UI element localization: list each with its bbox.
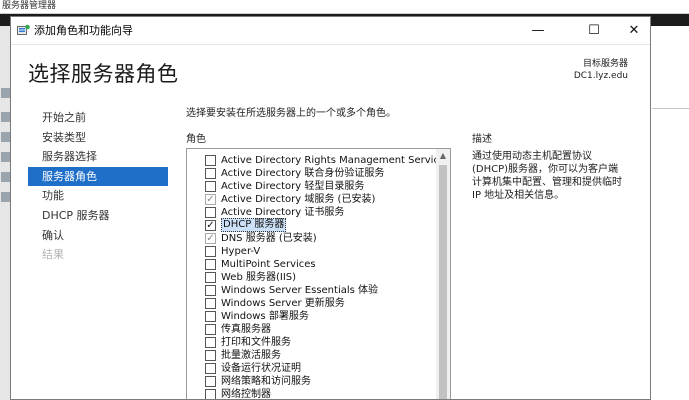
role-item[interactable]: Windows 部署服务 <box>187 310 437 323</box>
role-label: 网络策略和访问服务 <box>221 376 311 387</box>
nav-item-server-selection[interactable]: 服务器选择 <box>28 147 168 167</box>
role-checkbox[interactable]: ✓ <box>205 220 216 231</box>
role-label: 传真服务器 <box>221 324 271 335</box>
nav-item-features[interactable]: 功能 <box>28 186 168 206</box>
page-title: 选择服务器角色 <box>28 62 179 86</box>
role-label: Active Directory 联合身份验证服务 <box>221 168 385 179</box>
role-item[interactable]: Hyper-V <box>187 245 437 258</box>
role-checkbox[interactable] <box>205 311 216 322</box>
server-manager-title: 服务器管理器 <box>0 0 689 14</box>
role-label: MultiPoint Services <box>221 259 316 270</box>
wizard-nav: 开始之前 安装类型 服务器选择 服务器角色 功能 DHCP 服务器 确认 结果 <box>28 108 168 265</box>
role-item[interactable]: Windows Server 更新服务 <box>187 297 437 310</box>
role-checkbox[interactable] <box>205 181 216 192</box>
role-label: 网络控制器 <box>221 389 271 400</box>
instruction-text: 选择要安装在所选服务器上的一个或多个角色。 <box>186 108 396 119</box>
role-item[interactable]: MultiPoint Services <box>187 258 437 271</box>
maximize-button[interactable]: ☐ <box>574 17 614 44</box>
role-label: Windows Server 更新服务 <box>221 298 345 309</box>
close-button[interactable]: ✕ <box>614 17 650 44</box>
role-item[interactable]: 网络控制器 <box>187 388 437 400</box>
role-checkbox[interactable]: ✓ <box>205 194 216 205</box>
role-label: DNS 服务器 (已安装) <box>221 233 317 244</box>
role-checkbox[interactable] <box>205 324 216 335</box>
role-item[interactable]: 设备运行状况证明 <box>187 362 437 375</box>
role-item[interactable]: 打印和文件服务 <box>187 336 437 349</box>
role-item[interactable]: 批量激活服务 <box>187 349 437 362</box>
role-label: Windows 部署服务 <box>221 311 309 322</box>
description-header: 描述 <box>472 134 492 145</box>
role-item[interactable]: Web 服务器(IIS) <box>187 271 437 284</box>
nav-item-server-roles[interactable]: 服务器角色 <box>28 166 168 187</box>
role-checkbox[interactable] <box>205 207 216 218</box>
scroll-thumb[interactable] <box>439 165 447 399</box>
roles-header: 角色 <box>186 134 206 145</box>
title-bar[interactable]: 添加角色和功能向导 — ☐ ✕ <box>11 17 650 45</box>
role-item[interactable]: ✓ DNS 服务器 (已安装) <box>187 232 437 245</box>
nav-item-before-you-begin[interactable]: 开始之前 <box>28 108 168 128</box>
role-checkbox[interactable] <box>205 272 216 283</box>
role-label: Hyper-V <box>221 246 261 257</box>
role-checkbox[interactable] <box>205 389 216 399</box>
role-item[interactable]: Active Directory 轻型目录服务 <box>187 180 437 193</box>
role-checkbox[interactable] <box>205 376 216 387</box>
role-checkbox[interactable]: ✓ <box>205 233 216 244</box>
role-item[interactable]: ✓ DHCP 服务器 <box>187 218 437 232</box>
role-checkbox[interactable] <box>205 168 216 179</box>
role-checkbox[interactable] <box>205 337 216 348</box>
nav-item-dhcp-server[interactable]: DHCP 服务器 <box>28 206 168 226</box>
role-label: Web 服务器(IIS) <box>221 272 297 283</box>
wizard-header: 选择服务器角色 目标服务器 DC1.lyz.edu <box>11 45 650 99</box>
role-label: DHCP 服务器 <box>221 218 287 232</box>
role-label: Active Directory Rights Management Servi… <box>221 155 451 166</box>
role-label: Windows Server Essentials 体验 <box>221 285 379 296</box>
role-checkbox[interactable] <box>205 363 216 374</box>
server-manager-panel <box>651 26 689 400</box>
nav-item-results: 结果 <box>42 248 64 262</box>
role-checkbox[interactable] <box>205 259 216 270</box>
role-label: Active Directory 域服务 (已安装) <box>221 194 376 205</box>
role-item[interactable]: ✓ Active Directory 域服务 (已安装) <box>187 193 437 206</box>
add-roles-wizard-dialog: 添加角色和功能向导 — ☐ ✕ 选择服务器角色 目标服务器 DC1.lyz.ed… <box>10 16 651 400</box>
role-checkbox[interactable] <box>205 285 216 296</box>
role-label: 批量激活服务 <box>221 350 281 361</box>
destination-server-label: 目标服务器 <box>582 59 628 69</box>
divider <box>652 108 689 109</box>
roles-scrollbar[interactable]: ▲ <box>436 149 450 399</box>
role-label: 打印和文件服务 <box>221 337 291 348</box>
minimize-button[interactable]: — <box>518 17 558 44</box>
role-item[interactable]: Windows Server Essentials 体验 <box>187 284 437 297</box>
scroll-up-arrow-icon[interactable]: ▲ <box>436 149 450 163</box>
role-description: 通过使用动态主机配置协议(DHCP)服务器，你可以为客户端计算机集中配置、管理和… <box>472 151 622 201</box>
role-checkbox[interactable] <box>205 298 216 309</box>
nav-item-installation-type[interactable]: 安装类型 <box>28 128 168 148</box>
role-item[interactable]: 传真服务器 <box>187 323 437 336</box>
role-item[interactable]: Active Directory 联合身份验证服务 <box>187 167 437 180</box>
role-label: 设备运行状况证明 <box>221 363 301 374</box>
role-label: Active Directory 轻型目录服务 <box>221 181 365 192</box>
roles-list: Active Directory Rights Management Servi… <box>187 154 450 400</box>
wizard-icon <box>17 24 30 35</box>
role-item[interactable]: Active Directory Rights Management Servi… <box>187 154 450 167</box>
role-item[interactable]: 网络策略和访问服务 <box>187 375 437 388</box>
destination-server-value: DC1.lyz.edu <box>573 71 628 81</box>
roles-list-box[interactable]: Active Directory Rights Management Servi… <box>186 148 451 400</box>
role-checkbox[interactable] <box>205 155 216 166</box>
nav-item-confirmation[interactable]: 确认 <box>28 226 168 246</box>
role-checkbox[interactable] <box>205 246 216 257</box>
role-checkbox[interactable] <box>205 350 216 361</box>
dialog-title: 添加角色和功能向导 <box>34 24 133 37</box>
